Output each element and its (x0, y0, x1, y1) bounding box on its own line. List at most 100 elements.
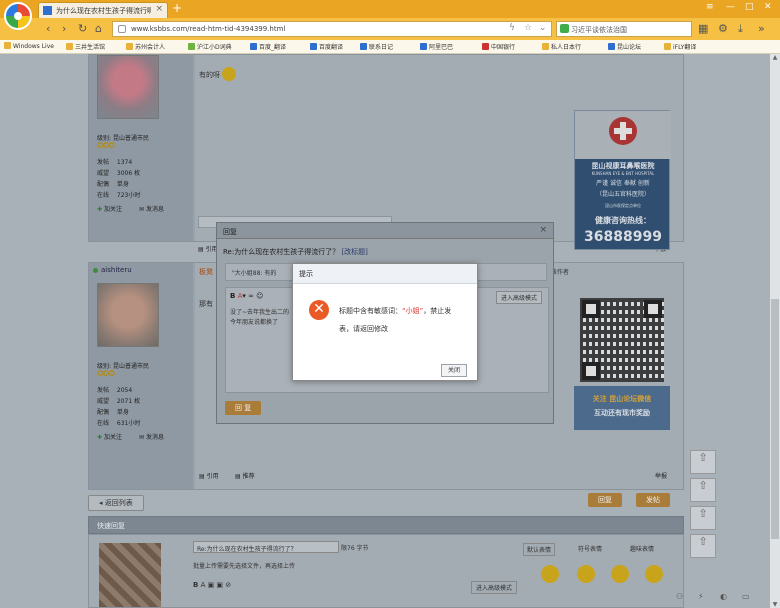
forward-icon[interactable]: › (62, 22, 66, 35)
new-tab-icon[interactable]: + (172, 1, 182, 15)
alert-header: 提示 (293, 264, 477, 284)
emoji-tab[interactable]: 符号表情 (575, 543, 605, 554)
scroll-up-button[interactable]: ⇧ (690, 534, 716, 558)
gear-icon[interactable]: ⚙ (718, 22, 728, 35)
red-cross-icon (609, 117, 637, 145)
char-limit: 限76 字节 (341, 545, 369, 552)
bookmark-item[interactable]: 中国银行 (482, 42, 515, 51)
ad-grade: （昆山五官科医院） (595, 191, 650, 198)
back-to-list-button[interactable]: ◂ 返回列表 (88, 495, 144, 511)
surprise-icon[interactable] (645, 565, 663, 583)
alert-close-button[interactable]: 关闭 (441, 364, 467, 377)
neutral-icon[interactable] (611, 565, 629, 583)
navigation-bar: ‹ › ↻ ⌂ www.ksbbs.com/read-htm-tid-43943… (0, 18, 780, 40)
star-icon[interactable]: ☆ (524, 23, 532, 33)
smiley-icon[interactable] (541, 565, 559, 583)
quote-link[interactable]: ▤ 引用 (199, 471, 219, 480)
scroll-thumb[interactable] (771, 299, 779, 539)
reply-button[interactable]: 回复 (588, 493, 622, 507)
scroll-up-arrow-icon[interactable]: ▲ (770, 54, 780, 61)
bookmark-item[interactable]: 三井生活馆 (66, 42, 105, 51)
scroll-down-arrow-icon[interactable]: ▼ (770, 601, 780, 608)
stat-row: 配偶 单身 (97, 181, 129, 188)
minimize-icon[interactable]: — (726, 2, 735, 12)
hospital-ad[interactable]: 昆山视康耳鼻喉医院 KUNSHAN EYE & ENT HOSPITAL 严谨 … (574, 110, 671, 250)
bookmark-item[interactable]: 百度_翻译 (250, 42, 286, 51)
address-bar[interactable]: www.ksbbs.com/read-htm-tid-4394399.html … (112, 21, 552, 37)
bookmark-item[interactable]: iFLY翻译 (664, 42, 696, 51)
reply-subject[interactable]: Re:为什么现在农村生孩子得流行了？ [改标题] (223, 247, 368, 257)
laugh-icon[interactable] (577, 565, 595, 583)
smiley-icon (222, 67, 237, 81)
ad-slogan: 严谨 诚信 奉献 创新 (596, 180, 650, 187)
reply-dialog-close-icon[interactable]: × (539, 225, 547, 235)
submit-reply-button[interactable]: 回 复 (225, 401, 262, 415)
folder-icon (664, 43, 671, 50)
active-tab[interactable]: 为什么现在农村生孩子得流行啊 × (38, 2, 168, 18)
status-icon[interactable]: ▭ (742, 592, 750, 601)
download-icon[interactable]: ⤓ (738, 22, 743, 36)
quick-advanced-mode-button[interactable]: 进入高级模式 (471, 581, 518, 594)
close-window-icon[interactable]: ✕ (764, 2, 772, 12)
scroll-up-button[interactable]: ⇧ (690, 450, 716, 474)
site-icon (360, 43, 367, 50)
refresh-icon[interactable]: ↻ (78, 22, 87, 35)
emoji-tab[interactable]: 默认表情 (523, 543, 556, 556)
avatar (97, 55, 159, 119)
qr-ad-line2: 互动还有现市奖励 (594, 409, 650, 417)
bookmark-item[interactable]: 昆山论坛 (608, 42, 641, 51)
bookmark-item[interactable]: 联系日记 (360, 42, 393, 51)
upload-hint: 批量上传需要先选择文件，再选择上传 (193, 563, 296, 570)
more-icon[interactable]: » (758, 22, 765, 35)
emoji-tabs: 默认表情 符号表情 趣味表情 (519, 541, 685, 556)
site-icon (250, 43, 257, 50)
advanced-mode-button[interactable]: 进入高级模式 (496, 291, 543, 304)
wechat-qr-ad[interactable]: 关注 昆山论坛微信 互动还有现市奖励 (574, 296, 670, 432)
dropdown-icon[interactable]: ⌄ (539, 23, 547, 33)
status-icon[interactable]: ⚡ (698, 592, 704, 601)
ad-note: 昆山市医保定点单位 (605, 203, 641, 208)
emoji-tab[interactable]: 趣味表情 (627, 543, 657, 554)
scroll-up-button[interactable]: ⇧ (690, 506, 716, 530)
bookmark-item[interactable]: 私人日本行 (542, 42, 581, 51)
lightning-icon[interactable]: ϟ (509, 23, 515, 33)
quick-reply-header: 快速回复 (88, 516, 684, 534)
quick-subject-input[interactable]: Re:为什么现在农村生孩子得流行了？ (193, 541, 339, 553)
apps-icon[interactable]: ▦ (698, 22, 708, 35)
quote-link[interactable]: ▤ 引用 (198, 244, 218, 253)
bookmark-item[interactable]: Windows Live (4, 42, 54, 50)
ad-header (575, 111, 671, 159)
scrollbar[interactable]: ▲ ▼ (770, 54, 780, 608)
share-link[interactable]: ▤ 推荐 (235, 471, 255, 480)
status-icon[interactable]: ⚇ (676, 592, 683, 601)
back-icon[interactable]: ‹ (46, 22, 50, 35)
menu-icon[interactable]: ≡ (706, 2, 714, 12)
bookmark-item[interactable]: 苏州会计人 (126, 42, 165, 51)
bookmark-item[interactable]: 沪江小D词典 (188, 42, 232, 51)
tab-close-icon[interactable]: × (155, 4, 163, 14)
stat-row: 发帖 2054 (97, 387, 133, 394)
new-post-button[interactable]: 发帖 (636, 493, 670, 507)
stat-row: 在线 631小时 (97, 420, 141, 427)
bookmark-item[interactable]: 阿里巴巴 (420, 42, 453, 51)
follow-button[interactable]: ✚ 加关注 (97, 204, 122, 213)
maximize-icon[interactable]: □ (745, 2, 754, 12)
search-box[interactable]: 习近平谈依法治国 (556, 21, 692, 37)
user-sidebar: aishiteru 级别: 昆山普通市民 ✪✪✪ 发帖 2054 威望 2071… (89, 263, 193, 489)
reply-body[interactable]: 没了~去年我生出二的 今年朋友说都换了 (230, 308, 289, 328)
reply-dialog-header: 回复 × (217, 223, 553, 239)
browser-logo-icon[interactable] (4, 2, 32, 30)
message-button[interactable]: ✉ 发消息 (139, 204, 164, 213)
ad-hospital-en: KUNSHAN EYE & ENT HOSPITAL (591, 171, 655, 176)
editor-toolbar[interactable]: B A▾ ∞ ☺ (230, 292, 263, 300)
home-icon[interactable]: ⌂ (95, 22, 102, 35)
quick-editor-toolbar[interactable]: B A ▣ ▣ ⊘ (193, 581, 231, 589)
scroll-up-button[interactable]: ⇧ (690, 478, 716, 502)
bookmark-item[interactable]: 百度翻译 (310, 42, 343, 51)
message-button[interactable]: ✉ 发消息 (139, 432, 164, 441)
username[interactable]: aishiteru (101, 266, 132, 274)
report-link[interactable]: 举报 (655, 471, 667, 480)
follow-button[interactable]: ✚ 加关注 (97, 432, 122, 441)
site-icon (420, 43, 427, 50)
status-icon[interactable]: ◐ (720, 592, 727, 601)
